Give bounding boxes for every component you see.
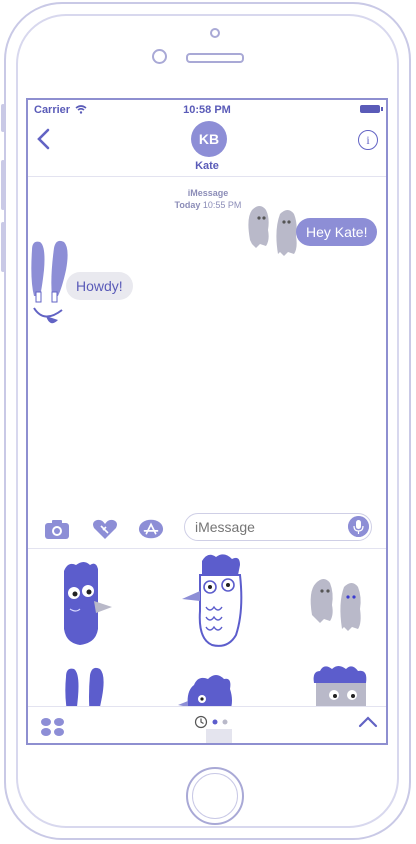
recents-icon[interactable] (194, 715, 208, 729)
status-time: 10:58 PM (183, 104, 231, 116)
microphone-icon[interactable] (348, 516, 369, 537)
apps-icon[interactable] (40, 717, 66, 737)
sticker-peek-icon (206, 729, 232, 743)
back-icon[interactable] (36, 128, 52, 150)
ghosts-sticker-message[interactable] (242, 200, 302, 258)
sticker-bunny-ears[interactable] (62, 667, 112, 706)
sticker-chicken-head[interactable] (180, 551, 250, 651)
app-store-icon[interactable] (138, 518, 164, 540)
sticker-ghosts[interactable] (304, 573, 368, 633)
volume-down-button (1, 222, 5, 272)
info-icon[interactable]: i (358, 130, 378, 150)
sticker-bird-blob[interactable] (58, 559, 116, 649)
sticker-crowned-face[interactable] (308, 663, 372, 706)
sticker-tray (28, 549, 386, 706)
home-button[interactable] (186, 767, 244, 825)
timestamp-day: Today (174, 200, 201, 210)
proximity-sensor (210, 28, 220, 38)
outgoing-message[interactable]: Hey Kate! (296, 218, 378, 246)
timestamp-time: 10:55 PM (202, 200, 242, 210)
compose-bar (28, 508, 386, 549)
contact-avatar[interactable]: KB (191, 121, 227, 157)
sticker-rooster[interactable] (178, 671, 238, 706)
earpiece-speaker (186, 53, 244, 63)
message-input[interactable] (184, 513, 372, 541)
status-bar: Carrier 10:58 PM (28, 100, 386, 118)
conversation-header: KB Kate i (28, 118, 386, 177)
incoming-message[interactable]: Howdy! (66, 272, 133, 300)
screen: Carrier 10:58 PM KB Kate i iMessage Toda… (26, 98, 388, 745)
mute-switch (1, 104, 5, 132)
front-camera (152, 49, 167, 64)
service-label: iMessage (187, 188, 229, 198)
camera-icon[interactable] (44, 518, 70, 540)
page-indicator (212, 719, 228, 725)
battery-icon (360, 105, 383, 113)
volume-up-button (1, 160, 5, 210)
contact-name[interactable]: Kate (28, 160, 386, 172)
digital-touch-icon[interactable] (92, 518, 118, 540)
chevron-up-icon[interactable] (358, 715, 378, 729)
app-drawer (28, 706, 386, 743)
